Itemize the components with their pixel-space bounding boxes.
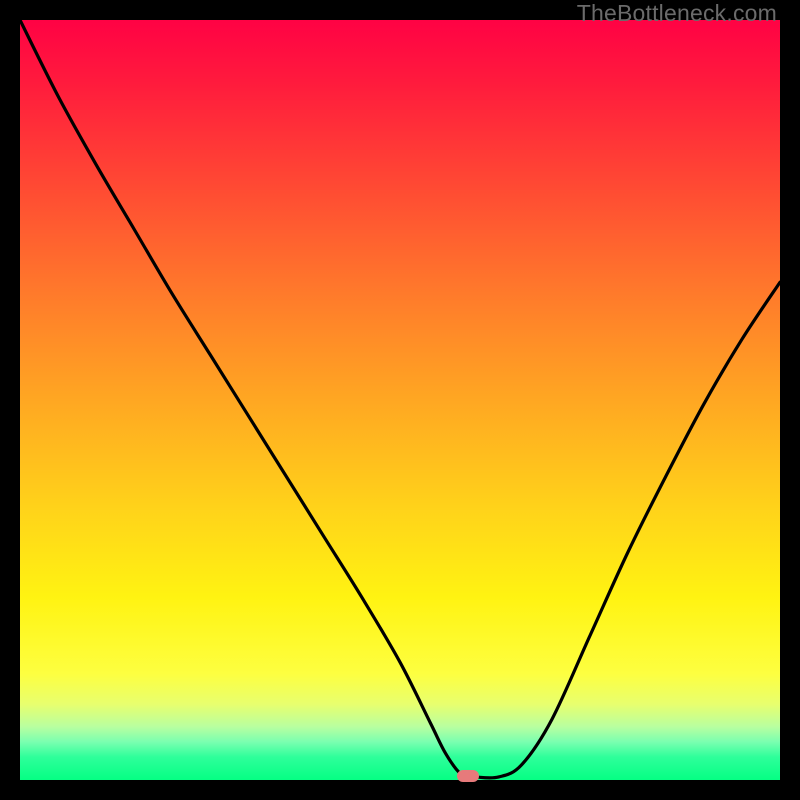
bottleneck-curve <box>20 20 780 780</box>
chart-frame: TheBottleneck.com <box>0 0 800 800</box>
optimal-point-marker <box>457 770 479 782</box>
watermark-text: TheBottleneck.com <box>577 0 777 27</box>
plot-area <box>20 20 780 780</box>
